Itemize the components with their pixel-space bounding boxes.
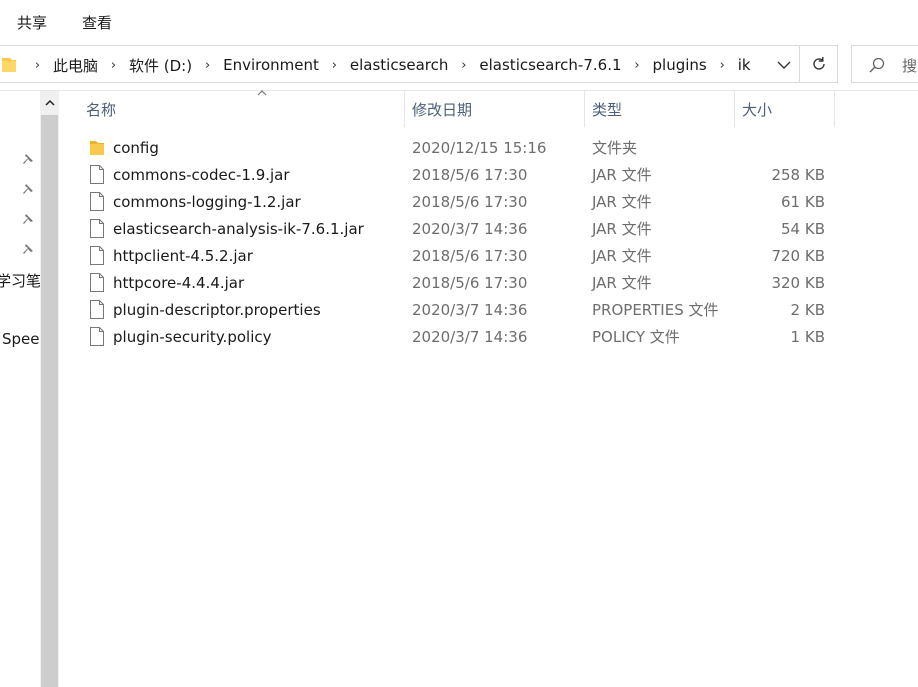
- folder-icon: [2, 58, 16, 72]
- file-name: httpclient-4.5.2.jar: [113, 247, 253, 265]
- nav-scrollbar[interactable]: [40, 91, 59, 687]
- file-date: 2020/3/7 14:36: [412, 328, 528, 346]
- chevron-right-icon[interactable]: ›: [327, 58, 342, 73]
- file-size: [725, 135, 825, 162]
- file-type: JAR 文件: [592, 220, 652, 238]
- file-name: elasticsearch-analysis-ik-7.6.1.jar: [113, 220, 364, 238]
- file-size: 720 KB: [771, 247, 825, 265]
- file-icon: [90, 300, 104, 319]
- folder-icon: [90, 141, 104, 155]
- crumb-ik[interactable]: ik: [734, 56, 755, 74]
- file-row[interactable]: commons-logging-1.2.jar 2018/5/6 17:30 J…: [60, 189, 918, 216]
- pin-icon[interactable]: [22, 183, 34, 195]
- file-size: 320 KB: [771, 274, 825, 292]
- file-icon: [90, 165, 104, 184]
- file-name: httpcore-4.4.4.jar: [113, 274, 245, 292]
- sort-ascending-icon: [257, 90, 267, 96]
- file-date: 2018/5/6 17:30: [412, 274, 528, 292]
- file-type: POLICY 文件: [592, 328, 680, 346]
- search-placeholder: 搜: [902, 57, 918, 75]
- column-header-type-label: 类型: [592, 101, 623, 119]
- column-header-row: 名称 修改日期 类型 大小: [60, 90, 918, 127]
- crumb-plugins[interactable]: plugins: [649, 56, 711, 74]
- crumb-elasticsearch-761[interactable]: elasticsearch-7.6.1: [475, 56, 625, 74]
- address-bar[interactable]: › 此电脑 › 软件 (D:) › Environment › elastics…: [0, 45, 800, 83]
- crumb-elasticsearch[interactable]: elasticsearch: [346, 56, 453, 74]
- file-date: 2020/3/7 14:36: [412, 301, 528, 319]
- file-row[interactable]: plugin-descriptor.properties 2020/3/7 14…: [60, 297, 918, 324]
- file-type: JAR 文件: [592, 274, 652, 292]
- chevron-right-icon[interactable]: ›: [30, 58, 45, 73]
- pin-icon[interactable]: [22, 213, 34, 225]
- crumb-environment[interactable]: Environment: [219, 56, 323, 74]
- file-row[interactable]: httpcore-4.4.4.jar 2018/5/6 17:30 JAR 文件…: [60, 270, 918, 297]
- ribbon-tab-share[interactable]: 共享: [17, 14, 47, 32]
- search-icon: [869, 57, 885, 73]
- file-name: plugin-descriptor.properties: [113, 301, 321, 319]
- column-header-name[interactable]: 名称: [80, 90, 405, 127]
- file-type: JAR 文件: [592, 166, 652, 184]
- file-name: config: [113, 139, 159, 157]
- file-icon: [90, 219, 104, 238]
- file-icon: [90, 192, 104, 211]
- scroll-up-button[interactable]: [40, 91, 59, 115]
- file-type: 文件夹: [592, 139, 638, 157]
- chevron-right-icon[interactable]: ›: [715, 58, 730, 73]
- file-name: commons-codec-1.9.jar: [113, 166, 290, 184]
- refresh-button[interactable]: [800, 45, 838, 83]
- crumb-this-pc[interactable]: 此电脑: [49, 55, 102, 76]
- column-header-date[interactable]: 修改日期: [406, 91, 585, 127]
- chevron-right-icon[interactable]: ›: [630, 58, 645, 73]
- file-date: 2020/12/15 15:16: [412, 139, 547, 157]
- file-row[interactable]: config 2020/12/15 15:16 文件夹: [60, 135, 918, 162]
- refresh-icon: [812, 57, 825, 70]
- file-name: plugin-security.policy: [113, 328, 272, 346]
- file-date: 2018/5/6 17:30: [412, 247, 528, 265]
- file-date: 2018/5/6 17:30: [412, 193, 528, 211]
- pin-icon[interactable]: [22, 153, 34, 165]
- column-header-type[interactable]: 类型: [586, 91, 735, 127]
- pin-icon[interactable]: [22, 243, 34, 255]
- file-size: 54 KB: [781, 220, 825, 238]
- file-icon: [90, 273, 104, 292]
- chevron-right-icon[interactable]: ›: [456, 58, 471, 73]
- chevron-right-icon[interactable]: ›: [106, 58, 121, 73]
- file-row[interactable]: httpclient-4.5.2.jar 2018/5/6 17:30 JAR …: [60, 243, 918, 270]
- chevron-right-icon[interactable]: ›: [200, 58, 215, 73]
- file-size: 61 KB: [781, 193, 825, 211]
- file-size: 258 KB: [771, 166, 825, 184]
- search-input[interactable]: 搜: [851, 45, 918, 83]
- file-size: 1 KB: [790, 328, 825, 346]
- crumb-drive-d[interactable]: 软件 (D:): [125, 55, 196, 76]
- address-row: › 此电脑 › 软件 (D:) › Environment › elastics…: [0, 44, 918, 91]
- file-icon: [90, 246, 104, 265]
- column-header-size-label: 大小: [742, 101, 773, 119]
- column-header-date-label: 修改日期: [412, 101, 473, 119]
- file-row[interactable]: plugin-security.policy 2020/3/7 14:36 PO…: [60, 324, 918, 351]
- file-row[interactable]: commons-codec-1.9.jar 2018/5/6 17:30 JAR…: [60, 162, 918, 189]
- breadcrumb: › 此电脑 › 软件 (D:) › Environment › elastics…: [0, 46, 755, 84]
- file-row[interactable]: elasticsearch-analysis-ik-7.6.1.jar 2020…: [60, 216, 918, 243]
- file-date: 2018/5/6 17:30: [412, 166, 528, 184]
- nav-item-speed[interactable]: Spee: [2, 330, 40, 348]
- file-type: PROPERTIES 文件: [592, 301, 719, 319]
- ribbon: 共享 查看: [0, 0, 918, 44]
- file-size: 2 KB: [790, 301, 825, 319]
- nav-item-study-notes[interactable]: 学习笔: [0, 270, 40, 291]
- column-header-size[interactable]: 大小: [736, 91, 835, 127]
- file-type: JAR 文件: [592, 193, 652, 211]
- file-type: JAR 文件: [592, 247, 652, 265]
- scrollbar-thumb[interactable]: [41, 115, 58, 687]
- file-icon: [90, 327, 104, 346]
- file-date: 2020/3/7 14:36: [412, 220, 528, 238]
- file-name: commons-logging-1.2.jar: [113, 193, 301, 211]
- chevron-up-icon: [44, 99, 55, 106]
- chevron-down-icon[interactable]: [775, 56, 793, 74]
- ribbon-tab-view[interactable]: 查看: [82, 14, 112, 32]
- column-header-name-label: 名称: [86, 101, 117, 119]
- navigation-pane: 学习笔 Spee: [0, 91, 40, 687]
